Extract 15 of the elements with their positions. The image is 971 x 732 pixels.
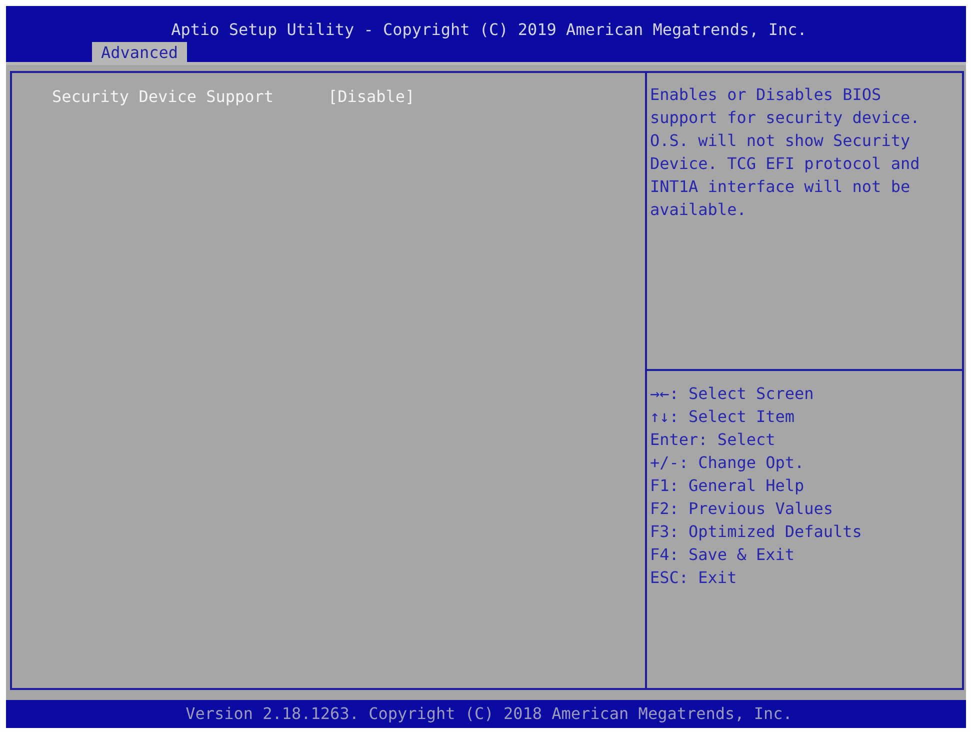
window-title: Aptio Setup Utility - Copyright (C) 2019 American Megatrends, Inc. — [170, 20, 808, 40]
key-hint: Enter: Select — [650, 429, 776, 451]
key-hint: F3: Optimized Defaults — [650, 521, 862, 543]
key-hint: F4: Save & Exit — [650, 544, 794, 566]
setting-label[interactable]: Security Device Support — [52, 87, 328, 107]
key-hint: +/-: Change Opt. — [650, 452, 804, 474]
key-hint: ↑↓: Select Item — [650, 406, 794, 428]
setting-value[interactable]: [Disable] — [328, 87, 415, 107]
key-hint: ESC: Exit — [650, 567, 737, 589]
key-hint: F1: General Help — [650, 475, 804, 497]
help-text: Enables or Disables BIOS support for security device. O.S. will not show Security Device. TCG EFI protocol and INT1A interface will not be available. — [650, 84, 921, 221]
menu-tab[interactable]: Advanced — [92, 42, 188, 64]
version-text: Version 2.18.1263. Copyright (C) 2018 American Megatrends, Inc. — [184, 704, 792, 724]
key-hint: F2: Previous Values — [650, 498, 834, 520]
key-hint: →←: Select Screen — [650, 383, 814, 405]
